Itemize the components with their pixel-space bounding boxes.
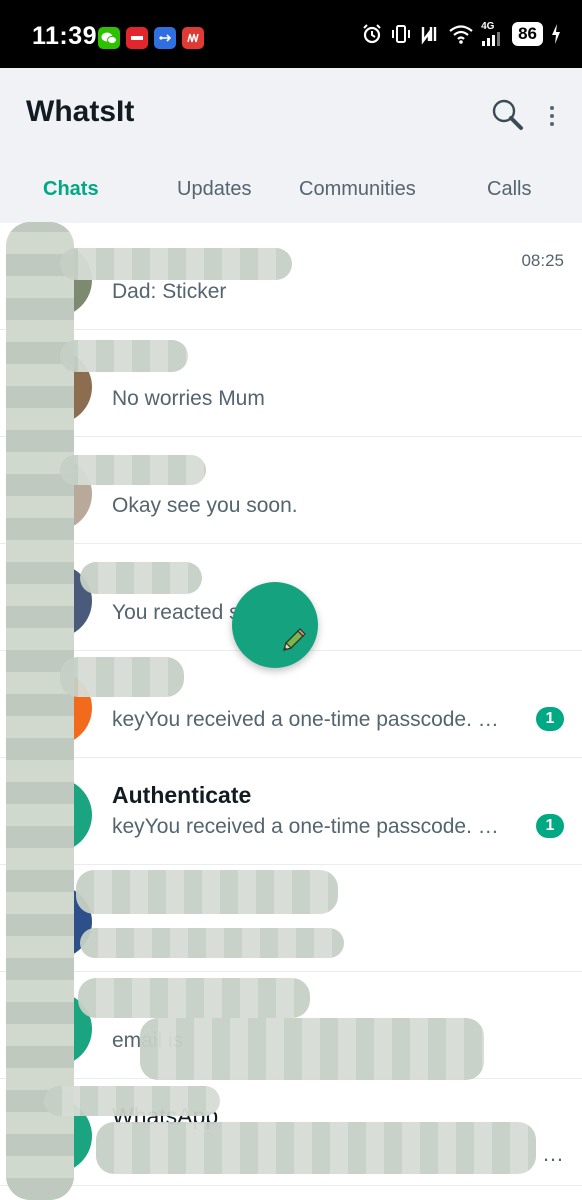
- redaction-overlay: [60, 657, 184, 697]
- vibrate-icon: [390, 22, 412, 46]
- chat-row[interactable]: Okay see you soon.: [0, 437, 582, 544]
- tab-bar: Chats Updates Communities Calls: [0, 168, 582, 213]
- redaction-overlay: [6, 222, 74, 1200]
- redaction-overlay: [60, 248, 292, 280]
- charging-icon: [550, 22, 562, 46]
- battery-indicator: 86: [512, 22, 543, 46]
- status-time: 11:39: [32, 22, 98, 50]
- alarm-icon: [361, 22, 383, 46]
- unread-badge: 1: [536, 707, 564, 731]
- chat-preview: Okay see you soon.: [112, 494, 298, 517]
- tab-communities[interactable]: Communities: [299, 178, 416, 201]
- chat-name: Authenticate: [112, 782, 252, 808]
- network-type-label: 4G: [481, 21, 495, 32]
- more-options-button[interactable]: [540, 100, 564, 132]
- status-bar: 11:39 4G 86: [0, 0, 582, 68]
- wechat-icon: [98, 27, 120, 49]
- redaction-overlay: [96, 1122, 536, 1174]
- redaction-overlay: [78, 978, 310, 1018]
- tab-chats[interactable]: Chats: [43, 178, 99, 201]
- notification-icons: [98, 27, 204, 49]
- nfc-icon: [419, 22, 441, 46]
- pencil-icon: [282, 628, 306, 652]
- app-header: WhatsIt Chats Updates Communities Calls: [0, 68, 582, 223]
- search-icon: [492, 99, 523, 130]
- tab-calls[interactable]: Calls: [487, 178, 531, 201]
- chat-preview: keyYou received a one-time passcode. …: [112, 708, 499, 731]
- wifi-icon: [448, 22, 474, 46]
- compose-fab[interactable]: [232, 582, 318, 668]
- chat-preview: Dad: Sticker: [112, 280, 227, 303]
- cell-signal-icon: 4G: [481, 22, 505, 46]
- more-vertical-icon: [550, 106, 554, 110]
- chat-row[interactable]: Authenticate keyYou received a one-time …: [0, 758, 582, 865]
- truncation-ellipsis: …: [542, 1141, 564, 1166]
- unread-badge: 1: [536, 814, 564, 838]
- redaction-overlay: [76, 870, 338, 914]
- news-icon: [126, 27, 148, 49]
- chat-preview: No worries Mum: [112, 387, 265, 410]
- redaction-overlay: [60, 455, 206, 485]
- redaction-overlay: [44, 1086, 220, 1116]
- search-button[interactable]: [489, 96, 525, 132]
- brand-icon: [182, 27, 204, 49]
- redaction-overlay: [80, 562, 202, 594]
- redaction-overlay: [80, 928, 344, 958]
- redaction-overlay: [140, 1018, 484, 1080]
- tab-updates[interactable]: Updates: [177, 178, 252, 201]
- redaction-overlay: [60, 340, 188, 372]
- system-icons: 4G 86: [361, 22, 562, 46]
- chat-time: 08:25: [521, 251, 564, 270]
- usb-icon: [154, 27, 176, 49]
- app-title: WhatsIt: [26, 95, 135, 128]
- chat-preview: keyYou received a one-time passcode. …: [112, 815, 499, 838]
